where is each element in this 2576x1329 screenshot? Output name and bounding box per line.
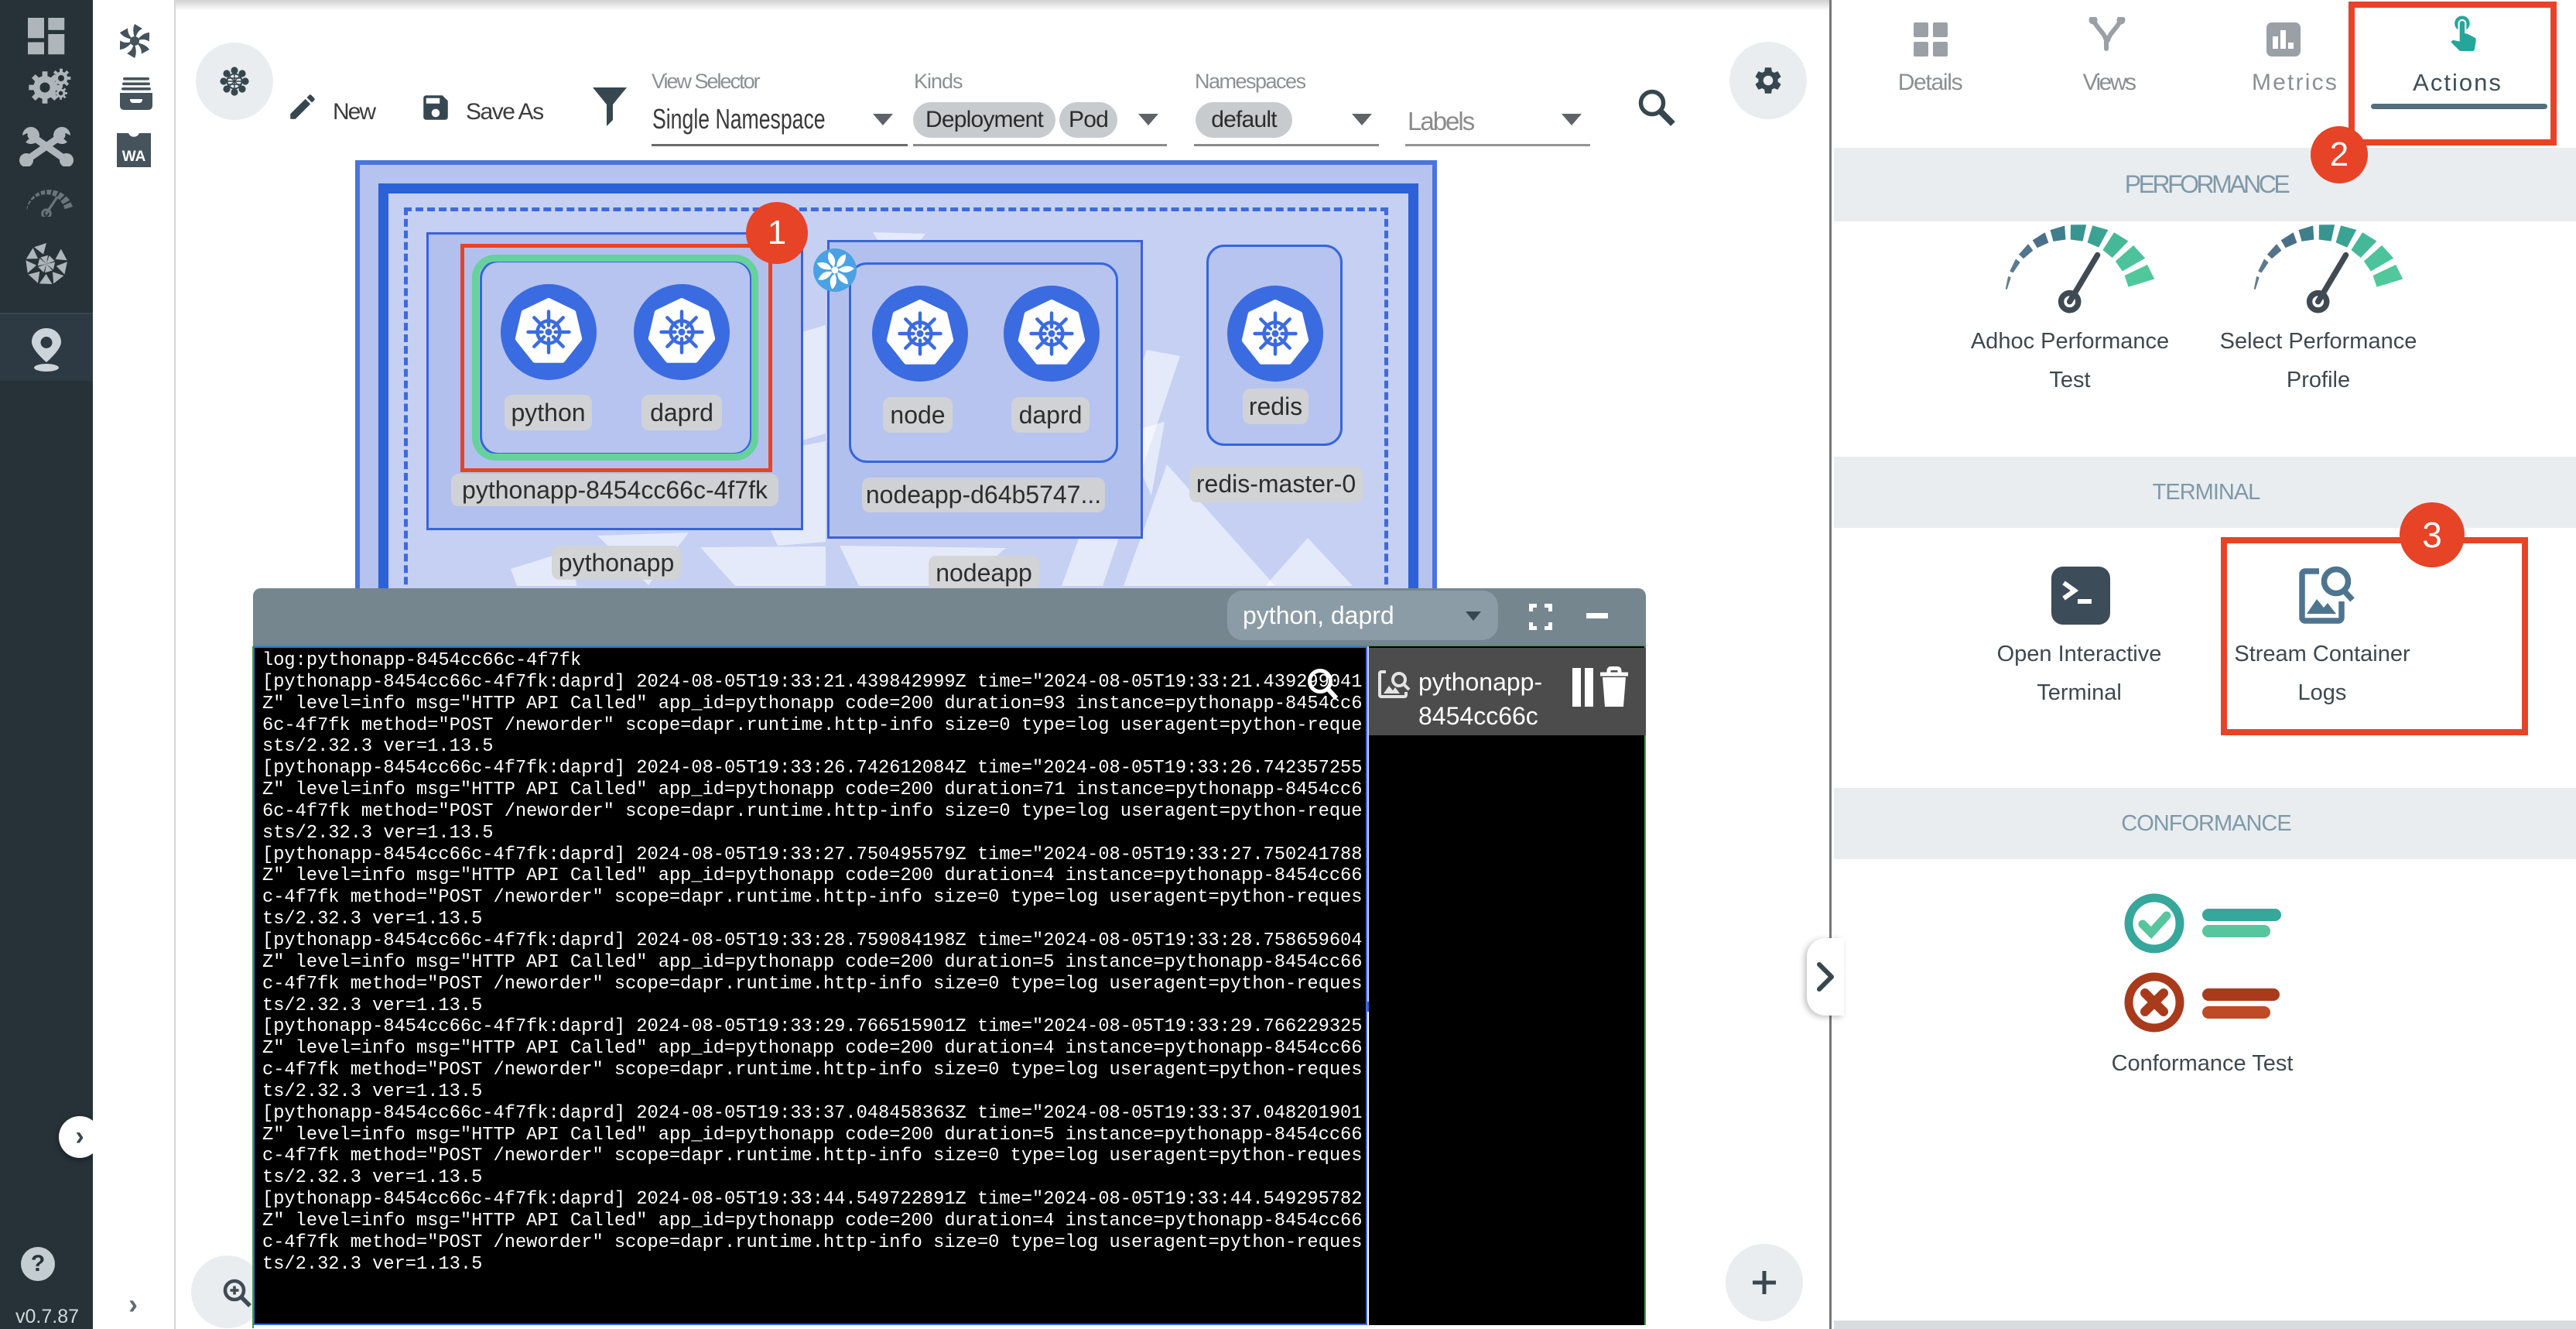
svg-text:WA: WA xyxy=(122,149,146,165)
